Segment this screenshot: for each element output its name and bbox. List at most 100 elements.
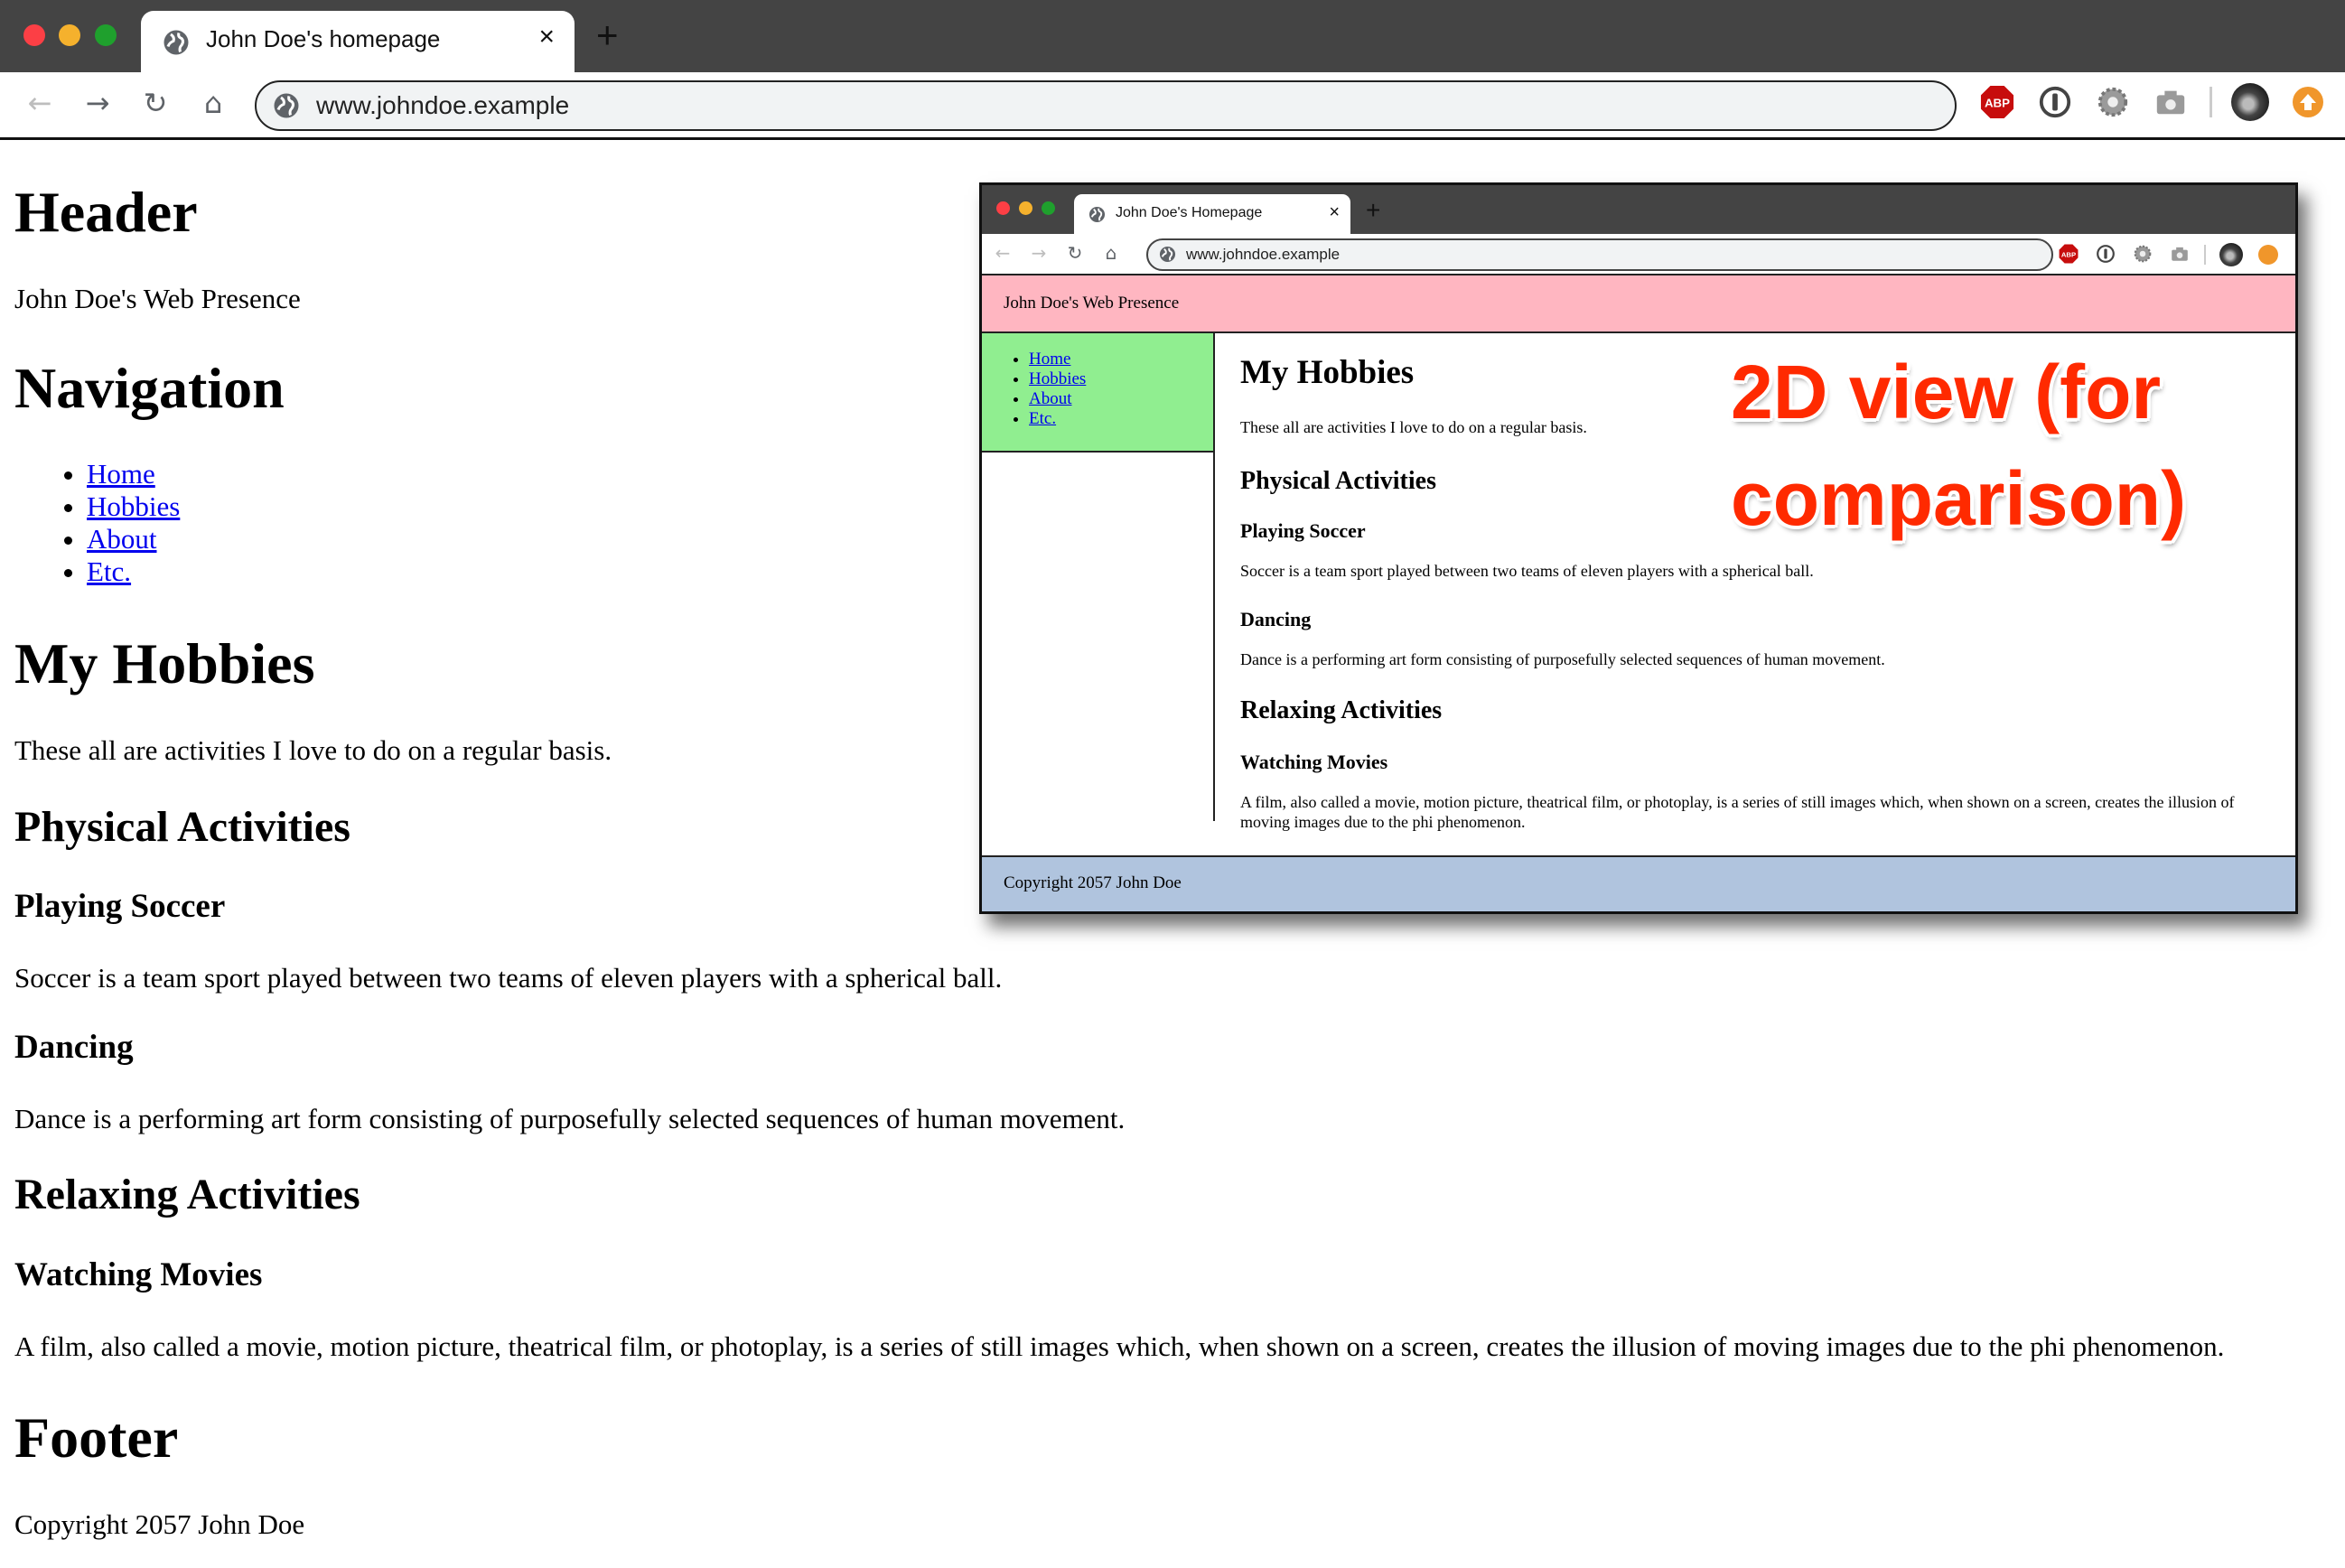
inset-dancing-text: Dance is a performing art form consistin… xyxy=(1240,650,1885,668)
inset-dancing-heading: Dancing xyxy=(1240,608,1312,630)
new-tab-button[interactable]: + xyxy=(596,16,619,54)
nav-item: About xyxy=(1029,389,1213,409)
nav-list: Home Hobbies About Etc. xyxy=(14,458,180,588)
toolbar-separator xyxy=(2210,87,2212,117)
nav-item: Home xyxy=(1029,350,1213,369)
inset-sidebar-empty xyxy=(982,453,1215,821)
inset-hobbies-intro: These all are activities I love to do on… xyxy=(1240,418,1587,436)
home-icon[interactable]: ⌂ xyxy=(195,85,231,121)
inset-movies-text: A film, also called a movie, motion pict… xyxy=(1240,793,2235,831)
movies-heading: Watching Movies xyxy=(14,1256,263,1293)
home-icon: ⌂ xyxy=(1105,242,1117,264)
inset-nav-link-home: Home xyxy=(1029,350,1071,369)
inset-nav-section: Home Hobbies About Etc. xyxy=(982,333,1215,453)
forward-arrow-icon[interactable]: → xyxy=(79,85,116,121)
inset-nav-list: Home Hobbies About Etc. xyxy=(982,333,1213,429)
inset-movies-heading: Watching Movies xyxy=(1240,751,1388,773)
adblock-plus-icon: ABP xyxy=(2059,244,2079,264)
gear-icon[interactable] xyxy=(2096,85,2130,119)
inset-header-section: John Doe's Web Presence xyxy=(982,275,2295,333)
inset-url-text: www.johndoe.example xyxy=(1186,246,1341,263)
svg-text:ABP: ABP xyxy=(1985,97,2010,110)
close-window-button[interactable] xyxy=(23,24,45,46)
reload-icon[interactable]: ↻ xyxy=(137,85,173,121)
inset-minimize-dot xyxy=(1019,201,1032,215)
camera-icon xyxy=(2172,247,2188,261)
svg-text:ABP: ABP xyxy=(2061,250,2076,258)
hobbies-intro: These all are activities I love to do on… xyxy=(14,734,612,766)
inset-toolbar: ← → ↻ ⌂ www.johndoe.example ABP xyxy=(982,234,2295,275)
dancing-text: Dance is a performing art form consistin… xyxy=(14,1103,1126,1134)
back-arrow-icon[interactable]: ← xyxy=(22,85,58,121)
inset-nav-link-hobbies: Hobbies xyxy=(1029,369,1087,388)
nav-item: Etc. xyxy=(1029,409,1213,429)
inset-soccer-text: Soccer is a team sport played between tw… xyxy=(1240,562,1814,580)
navigation-heading: Navigation xyxy=(14,356,285,420)
nav-item: Hobbies xyxy=(1029,369,1213,389)
globe-icon xyxy=(163,30,189,55)
annotation-line-1: 2D view (for xyxy=(1731,350,2162,434)
footer-heading: Footer xyxy=(14,1405,179,1470)
url-text[interactable]: www.johndoe.example xyxy=(316,91,569,120)
inset-close-dot xyxy=(996,201,1010,215)
close-tab-icon[interactable]: × xyxy=(538,22,555,52)
camera-icon[interactable] xyxy=(2153,85,2188,119)
nav-link-etc[interactable]: Etc. xyxy=(87,555,131,587)
inset-tab: John Doe's Homepage × xyxy=(1074,194,1350,234)
inset-nav-link-etc: Etc. xyxy=(1029,409,1057,428)
soccer-text: Soccer is a team sport played between tw… xyxy=(14,962,1003,994)
maximize-window-button[interactable] xyxy=(95,24,117,46)
dancing-heading: Dancing xyxy=(14,1029,134,1066)
browser-toolbar: ← → ↻ ⌂ www.johndoe.example ABP xyxy=(0,72,2345,140)
profile-avatar xyxy=(2219,243,2243,266)
adblock-plus-icon[interactable]: ABP xyxy=(1980,85,2014,119)
browser-tab[interactable]: John Doe's homepage × xyxy=(141,11,575,72)
nav-item: Home xyxy=(87,458,180,490)
tab-title: John Doe's homepage xyxy=(206,25,441,52)
nav-item: About xyxy=(87,523,180,555)
inset-footer-text: Copyright 2057 John Doe xyxy=(1004,873,1182,892)
movies-text: A film, also called a movie, motion pict… xyxy=(14,1330,2225,1362)
comparison-annotation: 2D view (for comparison) xyxy=(1731,339,2186,552)
soccer-heading: Playing Soccer xyxy=(14,888,226,925)
inset-tab-title: John Doe's Homepage xyxy=(1116,205,1263,220)
reload-icon: ↻ xyxy=(1067,242,1083,264)
inset-titlebar: John Doe's Homepage × + xyxy=(982,185,2295,234)
inset-physical-heading: Physical Activities xyxy=(1240,467,1436,495)
new-tab-icon: + xyxy=(1366,196,1381,224)
header-heading: Header xyxy=(14,180,198,244)
inset-header-text: John Doe's Web Presence xyxy=(1004,294,1180,313)
browser-titlebar: John Doe's homepage × + xyxy=(0,0,2345,72)
nav-link-about[interactable]: About xyxy=(87,523,157,555)
inset-hobbies-heading: My Hobbies xyxy=(1240,354,1415,391)
inset-maximize-dot xyxy=(1042,201,1055,215)
update-icon[interactable] xyxy=(2293,87,2323,117)
annotation-line-2: comparison) xyxy=(1731,456,2187,541)
forward-arrow-icon: → xyxy=(1031,242,1047,264)
physical-activities-heading: Physical Activities xyxy=(14,803,350,851)
inset-soccer-heading: Playing Soccer xyxy=(1240,519,1366,542)
inset-footer-section: Copyright 2057 John Doe xyxy=(982,855,2295,911)
profile-avatar[interactable] xyxy=(2231,83,2269,121)
update-icon xyxy=(2258,245,2278,265)
relaxing-activities-heading: Relaxing Activities xyxy=(14,1171,360,1218)
hobbies-heading: My Hobbies xyxy=(14,631,315,695)
1password-icon[interactable] xyxy=(2038,85,2072,119)
nav-link-home[interactable]: Home xyxy=(87,458,155,490)
globe-icon xyxy=(274,93,299,118)
address-bar[interactable]: www.johndoe.example xyxy=(255,80,1957,131)
nav-link-hobbies[interactable]: Hobbies xyxy=(87,490,180,522)
inset-address-bar: www.johndoe.example xyxy=(1146,238,2053,271)
globe-icon xyxy=(1088,206,1106,223)
nav-item: Hobbies xyxy=(87,490,180,523)
minimize-window-button[interactable] xyxy=(59,24,80,46)
1password-icon xyxy=(2097,245,2115,263)
toolbar-separator xyxy=(2204,245,2206,265)
back-arrow-icon: ← xyxy=(995,242,1011,264)
close-tab-icon: × xyxy=(1329,202,1340,222)
inset-relaxing-heading: Relaxing Activities xyxy=(1240,696,1443,724)
footer-text: Copyright 2057 John Doe xyxy=(14,1508,305,1540)
nav-item: Etc. xyxy=(87,555,180,588)
gear-icon xyxy=(2134,245,2152,263)
header-text: John Doe's Web Presence xyxy=(14,283,301,314)
